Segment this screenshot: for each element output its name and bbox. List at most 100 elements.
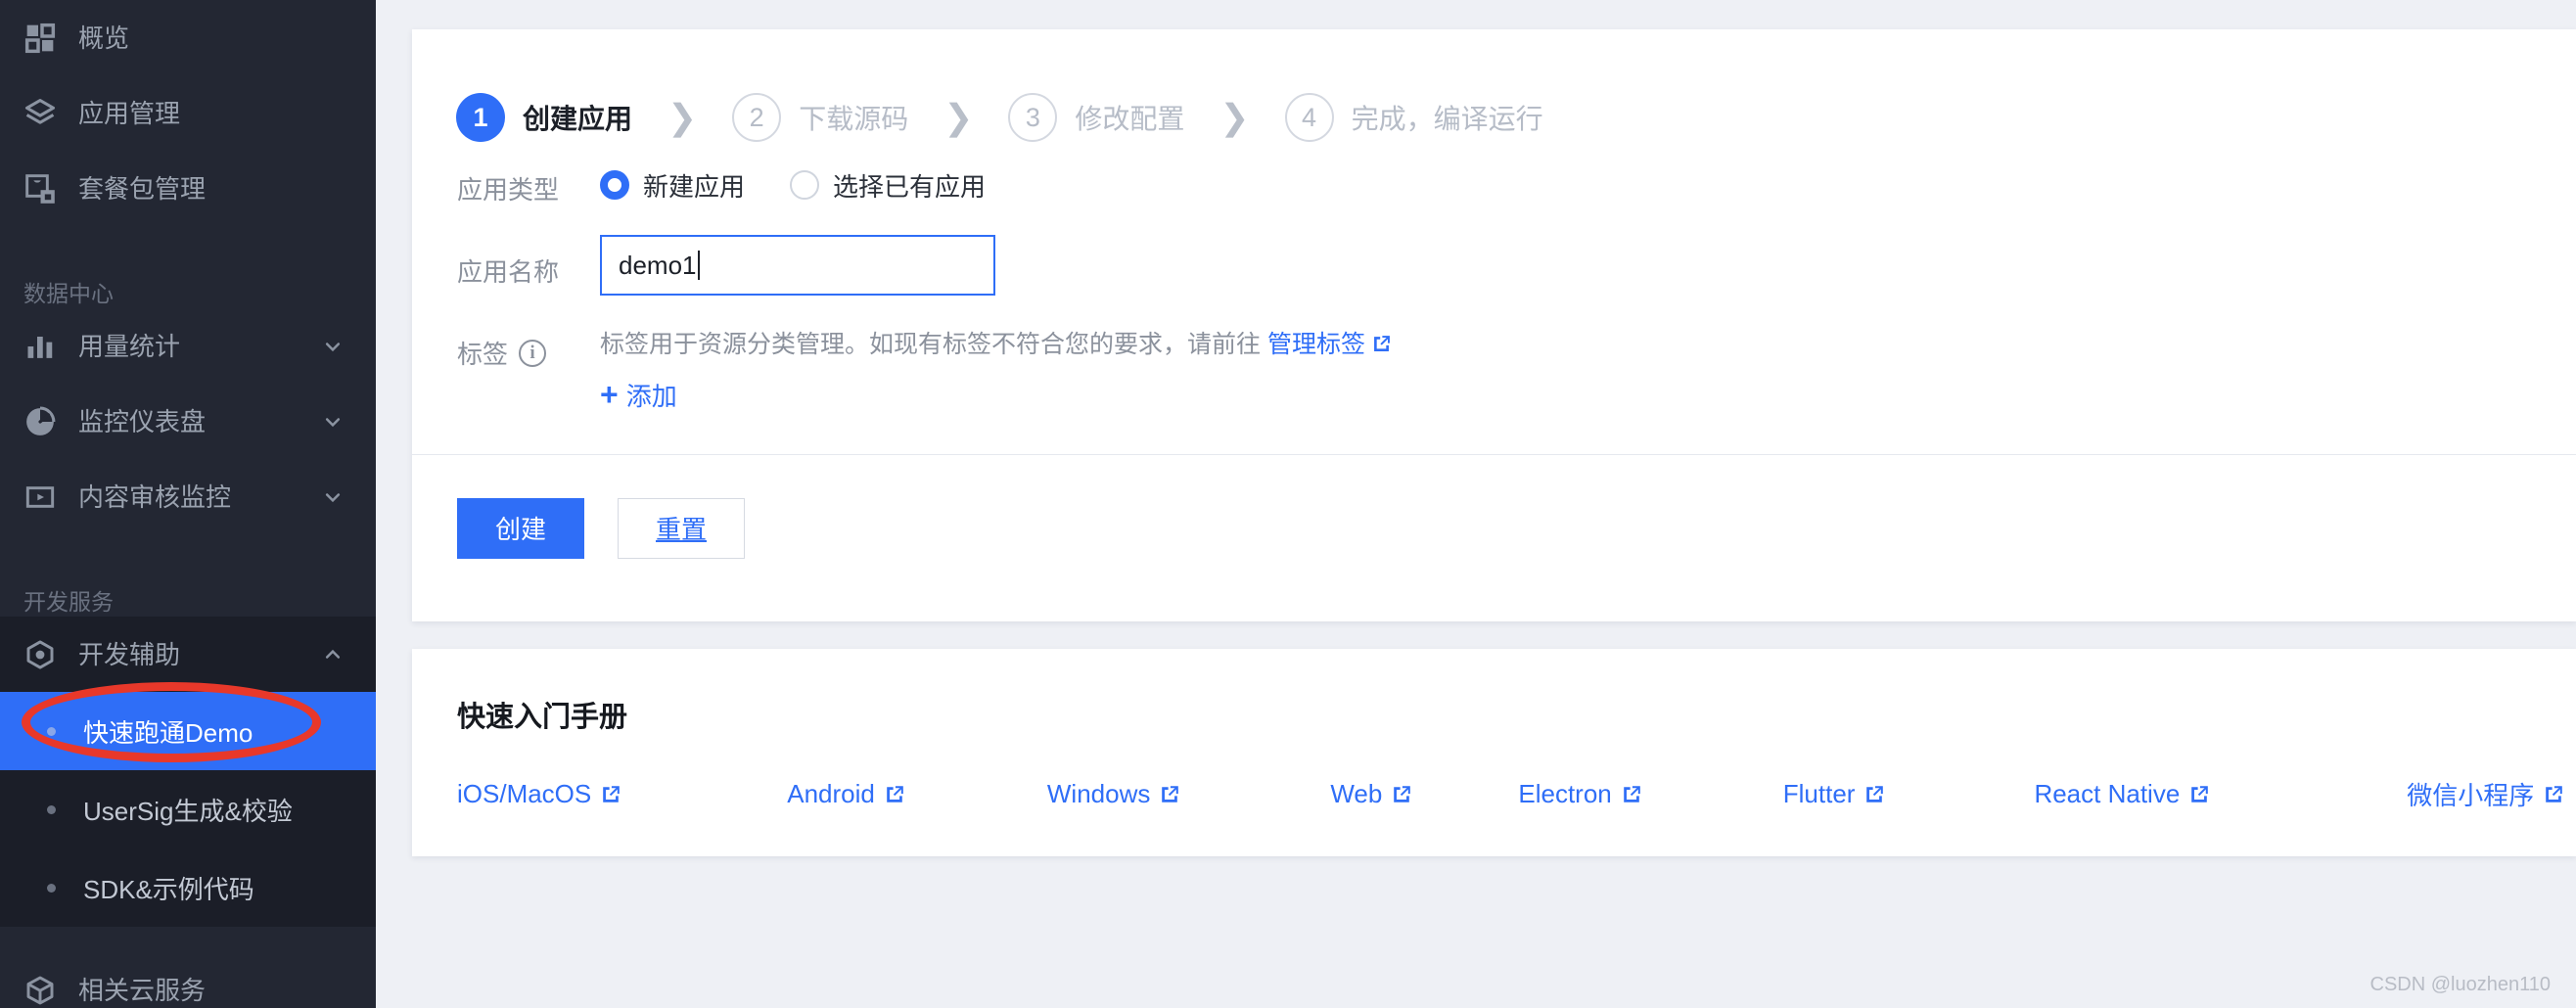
bar-chart-icon [22,328,59,365]
sidebar-item-monitor-dashboard[interactable]: 监控仪表盘 [0,384,376,459]
step-label: 修改配置 [1075,104,1185,134]
quick-start-link-label: Web [1330,779,1383,808]
app-name-row: 应用名称 demo1 [412,235,2576,296]
quick-start-link-label: Windows [1046,779,1151,808]
step-label: 下载源码 [799,104,909,134]
quick-start-link[interactable]: Web [1330,779,1412,809]
hexagon-icon [22,636,59,673]
sidebar-item-label: 内容审核监控 [78,481,232,512]
step-separator-icon: ❯ [667,97,698,137]
add-tag-label: 添加 [625,381,677,411]
sidebar-subitem-label: UserSig生成&校验 [83,796,293,826]
sidebar-item-app-management[interactable]: 应用管理 [0,75,376,151]
chevron-up-icon[interactable] [313,645,352,664]
radio-existing-app[interactable]: 选择已有应用 [790,167,986,204]
sidebar-submenu: 快速跑通Demo UserSig生成&校验 SDK&示例代码 [0,692,376,927]
step-3[interactable]: 3 修改配置 [1008,93,1184,142]
grid-icon [22,20,59,57]
sidebar-item-related-cloud-services[interactable]: 相关云服务 [0,952,376,1008]
quick-start-link[interactable]: Windows [1047,779,1180,809]
sidebar-item-quick-demo[interactable]: 快速跑通Demo [0,692,376,770]
sidebar-group-title-dev-service: 开发服务 [23,589,114,615]
external-link-icon [2188,784,2210,805]
sidebar-item-usersig[interactable]: UserSig生成&校验 [0,770,376,848]
bullet-icon [47,726,56,736]
quick-start-links: iOS/MacOS Android Windows Web Electron Flutte… [412,735,2576,812]
app-name-input[interactable]: demo1 [600,235,995,296]
quick-start-link-label: iOS/MacOS [457,779,592,808]
app-name-value: demo1 [619,250,697,280]
chevron-down-icon[interactable] [313,337,352,356]
quick-start-link-label: Android [787,779,875,808]
sidebar-subitem-label: SDK&示例代码 [83,874,254,904]
sidebar-item-label: 应用管理 [78,98,181,128]
sidebar-item-dev-assist[interactable]: 开发辅助 [0,617,376,692]
step-label: 完成，编译运行 [1351,104,1543,134]
external-link-icon [600,784,621,805]
sidebar-subitem-label: 快速跑通Demo [83,717,253,748]
sidebar-item-overview[interactable]: 概览 [0,0,376,75]
info-icon[interactable]: i [519,339,547,367]
app-type-label: 应用类型 [457,174,560,205]
step-number: 4 [1284,93,1334,142]
app-name-label: 应用名称 [457,257,560,287]
tags-description-text: 标签用于资源分类管理。如现有标签不符合您的要求，请前往 [600,331,1267,358]
manage-tags-link[interactable]: 管理标签 [1267,331,1392,358]
watermark: CSDN @luozhen110 [2369,974,2551,995]
radio-dot-icon [600,170,629,200]
bullet-icon [47,883,56,893]
quick-start-link-label: Flutter [1782,779,1856,808]
plus-icon: + [600,376,619,412]
step-number: 1 [456,93,505,142]
external-link-icon [884,784,905,805]
quick-start-link[interactable]: Flutter [1783,779,1886,809]
create-button[interactable]: 创建 [457,497,584,559]
sidebar-item-usage-stats[interactable]: 用量统计 [0,308,376,384]
tags-label-group: 标签 i [457,329,600,371]
radio-new-app[interactable]: 新建应用 [600,167,745,204]
gauge-icon [22,403,59,440]
quick-start-link[interactable]: Android [787,779,905,809]
step-2[interactable]: 2 下载源码 [732,93,908,142]
sidebar-item-sdk-samples[interactable]: SDK&示例代码 [0,848,376,927]
sidebar-group-title-data-center: 数据中心 [23,281,114,306]
app-type-row: 应用类型 新建应用 选择已有应用 [412,155,2576,215]
quick-start-link[interactable]: React Native [2034,779,2210,809]
text-caret [697,251,700,280]
bullet-icon [47,804,56,814]
step-separator-icon: ❯ [1219,97,1250,137]
main-content: 1 创建应用 ❯ 2 下载源码 ❯ 3 修改配置 ❯ 4 完成，编译运行 应用类… [376,0,2576,1008]
external-link-icon [1159,784,1180,805]
package-icon [22,170,59,207]
quick-start-link[interactable]: Electron [1518,779,1641,809]
sidebar-item-label: 监控仪表盘 [78,406,207,436]
quick-start-title: 快速入门手册 [457,702,628,733]
sidebar: 概览 应用管理 套餐包管理 数据中心 用量统计 监控仪表盘 内容审核监控 开发服… [0,0,376,1008]
video-icon [22,479,59,516]
sidebar-item-content-audit-monitor[interactable]: 内容审核监控 [0,459,376,534]
step-number: 2 [732,93,782,142]
chevron-down-icon[interactable] [313,487,352,507]
app-root: 概览 应用管理 套餐包管理 数据中心 用量统计 监控仪表盘 内容审核监控 开发服… [0,0,2576,1008]
sidebar-item-label: 用量统计 [78,331,181,361]
step-4[interactable]: 4 完成，编译运行 [1284,93,1543,142]
reset-button[interactable]: 重置 [618,497,745,559]
sidebar-item-package-management[interactable]: 套餐包管理 [0,151,376,226]
tags-description: 标签用于资源分类管理。如现有标签不符合您的要求，请前往 管理标签 [600,329,2576,361]
step-indicator: 1 创建应用 ❯ 2 下载源码 ❯ 3 修改配置 ❯ 4 完成，编译运行 [412,29,2576,155]
step-label: 创建应用 [523,104,633,134]
manage-tags-label: 管理标签 [1266,331,1365,358]
external-link-icon [1621,784,1642,805]
tags-label: 标签 [457,340,509,369]
quick-start-link[interactable]: 微信小程序 [2407,776,2564,812]
layers-icon [22,95,59,132]
external-link-icon [1863,784,1885,805]
quick-start-link-label: 微信小程序 [2407,781,2535,810]
chevron-down-icon[interactable] [313,412,352,432]
step-1[interactable]: 1 创建应用 [456,93,632,142]
sidebar-item-label: 相关云服务 [78,975,207,1005]
external-link-icon [1391,784,1412,805]
add-tag-button[interactable]: + 添加 [600,377,677,413]
quick-start-link[interactable]: iOS/MacOS [457,779,621,809]
radio-label: 新建应用 [643,171,746,202]
